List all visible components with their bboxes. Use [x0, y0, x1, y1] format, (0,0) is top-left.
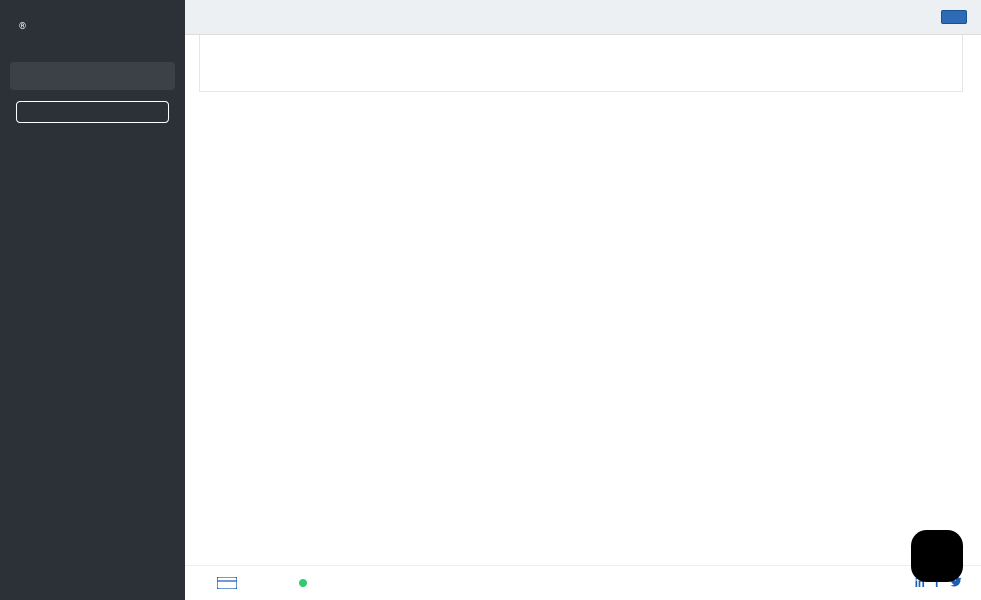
- logo-trademark: ®: [19, 22, 26, 32]
- trial-banner: [185, 0, 981, 35]
- reports-card: [199, 35, 963, 92]
- sidebar: ®: [0, 0, 185, 600]
- search-box[interactable]: [10, 62, 175, 90]
- content-scroll[interactable]: [185, 35, 981, 565]
- logo: ®: [0, 0, 185, 62]
- add-new-button[interactable]: [16, 101, 169, 123]
- cards-icon: [217, 577, 237, 589]
- system-status[interactable]: [293, 579, 307, 587]
- payment-info-button[interactable]: [941, 10, 967, 24]
- search-input[interactable]: [20, 68, 201, 84]
- status-dot-icon: [299, 579, 307, 587]
- nav-list: [0, 139, 185, 600]
- help-button[interactable]: [911, 530, 963, 582]
- footer: in f: [185, 565, 981, 600]
- main: in f: [185, 0, 981, 600]
